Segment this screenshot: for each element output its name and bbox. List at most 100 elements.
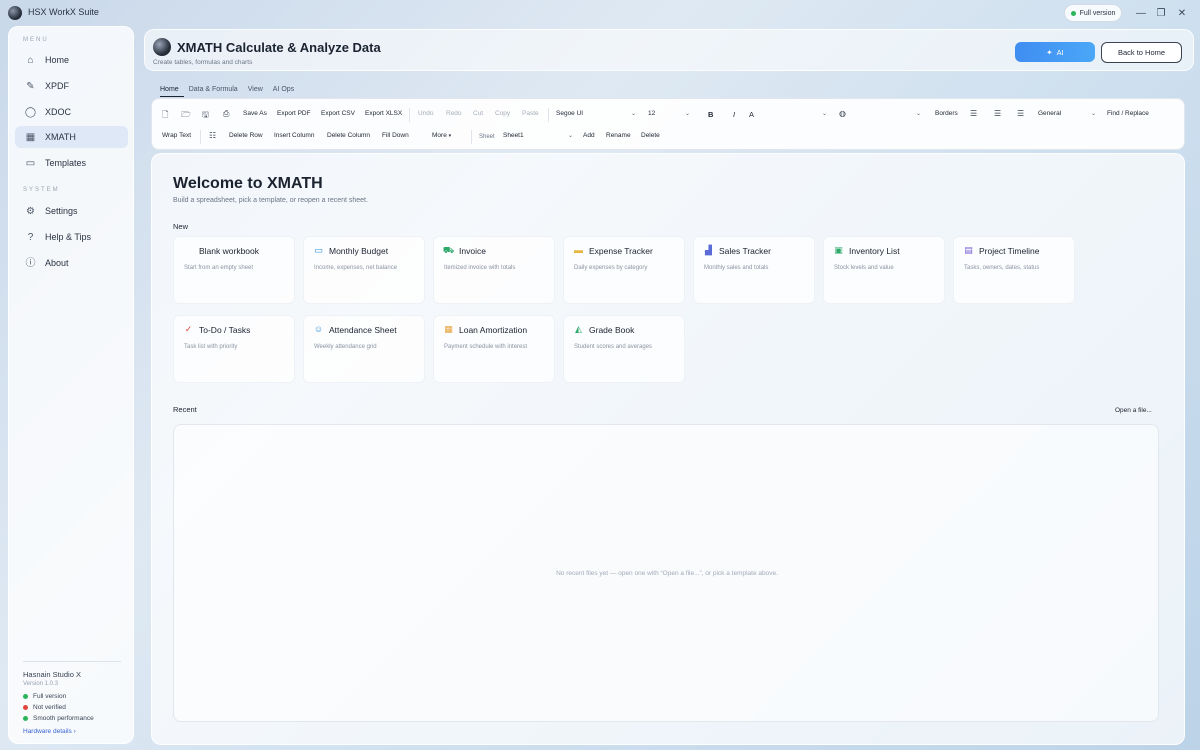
wrap-text-button[interactable]: Wrap Text	[162, 132, 191, 139]
ribbon-toolbar: 🗋 🗁 🖫 ⎙ Save As Export PDF Export CSV Ex…	[151, 98, 1185, 150]
align-center-icon[interactable]: ☰	[994, 109, 1001, 118]
page-header: XMATH Calculate & Analyze Data Create ta…	[144, 29, 1194, 71]
sidebar-item-home[interactable]: ⌂ Home	[15, 49, 128, 71]
template-card[interactable]: ▟ Sales Tracker Monthly sales and totals	[693, 236, 815, 304]
add-sheet-button[interactable]: Add	[583, 132, 595, 139]
fill-color-icon[interactable]: ◍	[839, 109, 846, 118]
sidebar-item-xdoc[interactable]: ◯ XDOC	[15, 101, 128, 123]
sidebar-item-settings[interactable]: ⚙ Settings	[15, 200, 128, 222]
insert-column-button[interactable]: Insert Column	[274, 132, 314, 139]
xmath-logo	[153, 38, 171, 56]
template-title: To-Do / Tasks	[199, 324, 251, 335]
menu-section-label: MENU	[23, 37, 49, 43]
chart-icon: ▟	[705, 245, 712, 255]
template-card-header: ⛟ Invoice	[443, 245, 486, 256]
font-size-select[interactable]: 12 ⌄	[648, 110, 690, 117]
sidebar-item-xmath[interactable]: ▦ XMATH	[15, 126, 128, 148]
sidebar-item-help[interactable]: ? Help & Tips	[15, 226, 128, 248]
minimize-button[interactable]: —	[1133, 5, 1149, 21]
template-card-header: ▣ Inventory List	[833, 245, 899, 256]
cut-button[interactable]: Cut	[473, 110, 483, 117]
font-family-value: Segoe UI	[556, 110, 584, 117]
template-description: Monthly sales and totals	[704, 265, 769, 271]
export-csv-button[interactable]: Export CSV	[321, 110, 355, 117]
template-description: Payment schedule with interest	[444, 344, 528, 350]
status-dot-icon	[23, 716, 28, 721]
template-card-header: ▤ Project Timeline	[963, 245, 1039, 256]
ai-button[interactable]: ✦ AI	[1015, 42, 1095, 62]
recent-section-label: Recent	[173, 405, 197, 414]
template-card-header: ☺ Attendance Sheet	[313, 324, 397, 335]
rename-sheet-button[interactable]: Rename	[606, 132, 631, 139]
tab-data-formula[interactable]: Data & Formula	[189, 86, 243, 97]
template-title: Project Timeline	[979, 245, 1040, 256]
template-description: Stock levels and value	[834, 265, 894, 271]
undo-button[interactable]: Undo	[418, 110, 434, 117]
sidebar-item-xpdf[interactable]: ✎ XPDF	[15, 75, 128, 97]
save-icon[interactable]: 🖫	[202, 109, 209, 123]
template-card[interactable]: ▣ Inventory List Stock levels and value	[823, 236, 945, 304]
hardware-details-link[interactable]: Hardware details ›	[23, 728, 76, 735]
template-card[interactable]: ⛟ Invoice Itemized invoice with totals	[433, 236, 555, 304]
more-label: More	[432, 132, 447, 139]
template-card-header: ◭ Grade Book	[573, 324, 634, 335]
number-format-select[interactable]: General ⌄	[1038, 110, 1096, 117]
template-card[interactable]: ▦ Loan Amortization Payment schedule with …	[433, 315, 555, 383]
sheet-select[interactable]: Sheet1 ⌄	[503, 132, 573, 139]
tab-view[interactable]: View	[248, 86, 268, 97]
ribbon-tabs: Home Data & Formula View AI Ops	[160, 86, 304, 97]
align-right-icon[interactable]: ☰	[1017, 109, 1024, 118]
template-card[interactable]: ◭ Grade Book Student scores and averages	[563, 315, 685, 383]
borders-button[interactable]: Borders	[935, 110, 958, 117]
tab-home[interactable]: Home	[160, 86, 184, 97]
template-card[interactable]: ✓ To-Do / Tasks Task list with priority	[173, 315, 295, 383]
insert-row-icon[interactable]: ☷	[209, 131, 216, 140]
more-menu-button[interactable]: More ▾	[432, 132, 451, 139]
status-full-version: Full version	[23, 693, 66, 700]
close-button[interactable]: ✕	[1174, 5, 1190, 21]
sidebar-item-about[interactable]: ⓘ About	[15, 252, 128, 274]
full-version-badge[interactable]: Full version	[1064, 4, 1122, 22]
tab-ai-ops[interactable]: AI Ops	[273, 86, 299, 97]
template-title: Grade Book	[589, 324, 635, 335]
open-file-link[interactable]: Open a file...	[1115, 407, 1152, 414]
status-not-verified: Not verified	[23, 704, 66, 711]
template-card[interactable]: ▬ Expense Tracker Daily expenses by catego…	[563, 236, 685, 304]
delete-row-button[interactable]: Delete Row	[229, 132, 263, 139]
template-card[interactable]: ☺ Attendance Sheet Weekly attendance grid	[303, 315, 425, 383]
delete-sheet-button[interactable]: Delete	[641, 132, 660, 139]
template-description: Itemized invoice with totals	[444, 265, 516, 271]
export-pdf-button[interactable]: Export PDF	[277, 110, 311, 117]
align-left-icon[interactable]: ☰	[970, 109, 977, 118]
font-size-value: 12	[648, 110, 656, 117]
template-title: Loan Amortization	[459, 324, 528, 335]
sidebar-item-templates[interactable]: ▭ Templates	[15, 152, 128, 174]
find-replace-button[interactable]: Find / Replace	[1107, 110, 1149, 117]
font-family-select[interactable]: Segoe UI ⌄	[556, 110, 636, 117]
bold-button[interactable]: B	[708, 110, 713, 119]
open-file-icon[interactable]: 🗁	[181, 109, 191, 123]
font-color-dropdown-icon[interactable]: ⌄	[822, 110, 827, 117]
redo-button[interactable]: Redo	[446, 110, 462, 117]
fill-down-button[interactable]: Fill Down	[382, 132, 409, 139]
font-color-button[interactable]: A	[749, 110, 754, 119]
back-to-home-button[interactable]: Back to Home	[1101, 42, 1182, 63]
template-description: Income, expenses, net balance	[314, 265, 398, 271]
delete-column-button[interactable]: Delete Column	[327, 132, 370, 139]
new-file-icon[interactable]: 🗋	[162, 109, 168, 123]
template-card-header: ▭ Monthly Budget	[313, 245, 388, 256]
restore-button[interactable]: ❐	[1153, 5, 1169, 21]
copy-button[interactable]: Copy	[495, 110, 510, 117]
template-card[interactable]: ▤ Project Timeline Tasks, owners, dates, s…	[953, 236, 1075, 304]
export-xlsx-button[interactable]: Export XLSX	[365, 110, 402, 117]
paste-button[interactable]: Paste	[522, 110, 539, 117]
template-card[interactable]: Blank workbook Start from an empty sheet	[173, 236, 295, 304]
italic-button[interactable]: I	[733, 110, 735, 119]
doc-icon: ◯	[24, 106, 37, 118]
print-icon[interactable]: ⎙	[223, 109, 229, 119]
fill-color-dropdown-icon[interactable]: ⌄	[916, 110, 921, 117]
save-as-button[interactable]: Save As	[243, 110, 267, 117]
page-title: XMATH Calculate & Analyze Data	[177, 40, 381, 55]
template-description: Daily expenses by category	[574, 265, 648, 271]
template-card[interactable]: ▭ Monthly Budget Income, expenses, net bal…	[303, 236, 425, 304]
